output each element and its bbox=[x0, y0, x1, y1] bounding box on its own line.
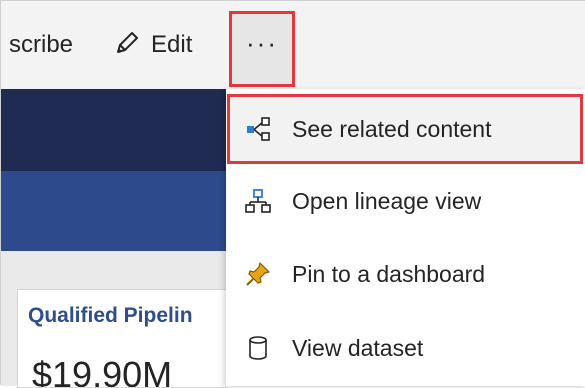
ellipsis-icon: ··· bbox=[246, 28, 278, 58]
edit-button[interactable]: Edit bbox=[113, 25, 192, 65]
related-content-icon bbox=[244, 115, 272, 143]
report-header-band bbox=[1, 89, 226, 171]
pin-icon bbox=[244, 260, 272, 288]
menu-item-label: See related content bbox=[292, 115, 492, 142]
pencil-icon bbox=[113, 29, 141, 62]
menu-item-label: Open lineage view bbox=[292, 187, 482, 214]
menu-item-pin-to-dashboard[interactable]: Pin to a dashboard bbox=[226, 237, 585, 311]
dataset-icon bbox=[244, 334, 272, 362]
menu-item-label: View dataset bbox=[292, 334, 424, 361]
menu-item-label: Pin to a dashboard bbox=[292, 260, 486, 287]
more-options-button[interactable]: ··· bbox=[229, 11, 295, 87]
kpi-card-title: Qualified Pipelin bbox=[28, 304, 193, 327]
report-subheader-band bbox=[1, 171, 226, 251]
subscribe-button[interactable]: scribe bbox=[9, 31, 73, 59]
menu-item-see-related-content[interactable]: See related content bbox=[227, 94, 583, 164]
more-options-menu: See related content Open lineage view Pi… bbox=[226, 89, 585, 386]
lineage-icon bbox=[244, 187, 272, 215]
menu-item-view-dataset[interactable]: View dataset bbox=[226, 311, 585, 385]
kpi-card-value: $19.90M bbox=[32, 354, 173, 388]
edit-label: Edit bbox=[151, 31, 193, 58]
menu-item-open-lineage-view[interactable]: Open lineage view bbox=[226, 164, 585, 238]
report-toolbar: scribe Edit ··· bbox=[1, 1, 585, 90]
kpi-card[interactable]: Qualified Pipelin $19.90M bbox=[17, 289, 227, 388]
